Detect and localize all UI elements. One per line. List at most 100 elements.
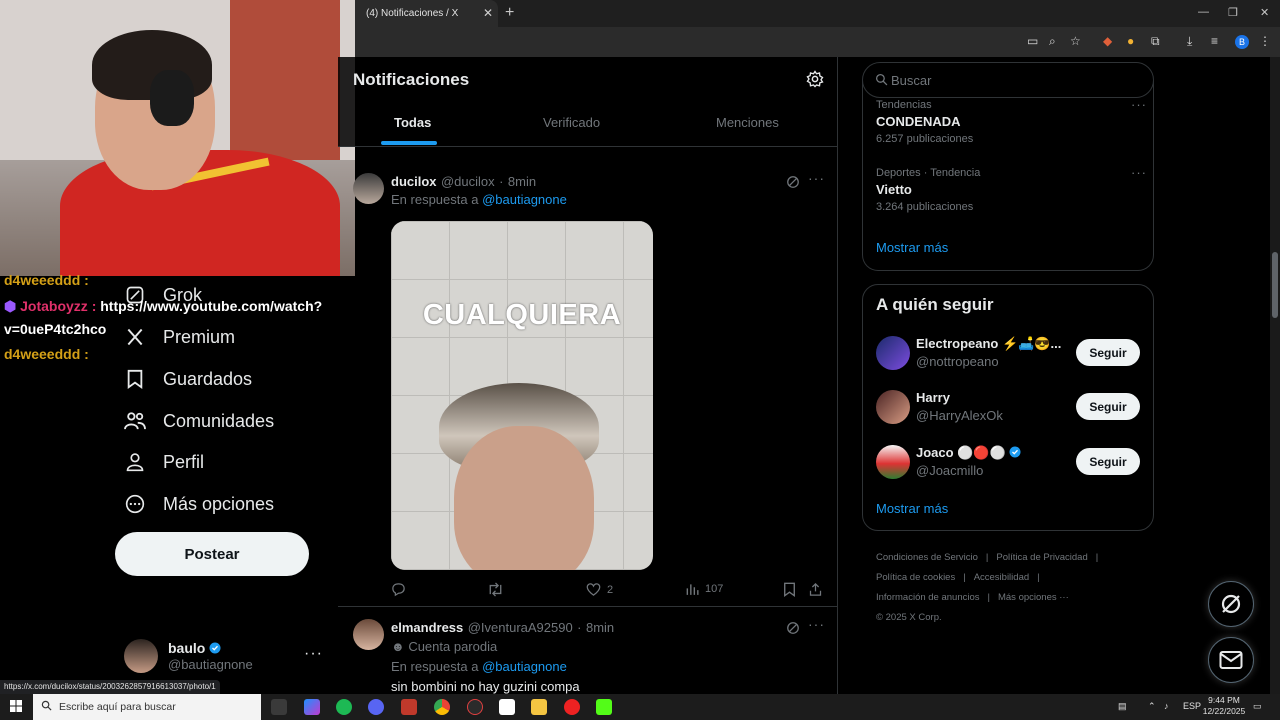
- search-box[interactable]: [862, 62, 1154, 98]
- profile-avatar[interactable]: B: [1235, 35, 1249, 49]
- keyboard-icon[interactable]: ▤: [1118, 701, 1127, 712]
- scrollbar-thumb[interactable]: [1272, 252, 1278, 318]
- grok-fab[interactable]: [1208, 581, 1254, 627]
- extension-fox-icon[interactable]: ◆: [1103, 34, 1112, 48]
- footer-link-privacy[interactable]: Política de Privacidad: [996, 552, 1087, 563]
- tweet-author-handle[interactable]: @IventuraA92590: [468, 620, 573, 635]
- tweet-author-handle[interactable]: @ducilox: [441, 174, 495, 189]
- trends-show-more-link[interactable]: Mostrar más: [876, 240, 948, 255]
- bookmark-button[interactable]: [783, 582, 802, 597]
- cast-icon[interactable]: ▭: [1027, 34, 1038, 48]
- tab-all[interactable]: Todas: [394, 115, 431, 130]
- avatar[interactable]: [353, 173, 384, 204]
- nav-item-communities[interactable]: Comunidades: [124, 406, 274, 436]
- download-icon[interactable]: ⤓: [1187, 34, 1192, 49]
- extensions-puzzle-icon[interactable]: ⧉: [1151, 34, 1160, 49]
- spotify-icon[interactable]: [336, 699, 352, 715]
- minimize-icon[interactable]: —: [1198, 6, 1209, 18]
- avatar: [124, 639, 158, 673]
- headset-icon: [150, 70, 194, 126]
- system-clock[interactable]: 9:44 PM 12/22/2025: [1200, 695, 1248, 717]
- tweet-time[interactable]: 8min: [508, 174, 536, 189]
- tweet-more-icon[interactable]: ···: [808, 616, 825, 632]
- repost-button[interactable]: [487, 582, 510, 597]
- avatar[interactable]: [876, 445, 910, 479]
- obs-icon[interactable]: [467, 699, 483, 715]
- tweet[interactable]: ducilox @ducilox · 8min En respuesta a @…: [338, 161, 837, 607]
- follow-button[interactable]: Seguir: [1076, 448, 1140, 475]
- views-button[interactable]: 107: [685, 582, 723, 596]
- grok-explain-icon[interactable]: [786, 175, 800, 189]
- grok-explain-icon[interactable]: [786, 621, 800, 635]
- messages-fab[interactable]: [1208, 637, 1254, 683]
- account-switcher[interactable]: baulo @bautiagnone ···: [124, 637, 324, 677]
- tweet-more-icon[interactable]: ···: [808, 170, 825, 186]
- footer-link-ads-info[interactable]: Información de anuncios: [876, 592, 980, 603]
- window-close-icon[interactable]: ✕: [1260, 6, 1269, 19]
- footer-link-cookies[interactable]: Política de cookies: [876, 572, 955, 583]
- share-button[interactable]: [808, 582, 829, 597]
- nav-item-more-options[interactable]: Más opciones: [124, 489, 274, 519]
- tweet-image[interactable]: CUALQUIERA: [391, 221, 653, 570]
- search-input[interactable]: [891, 65, 1141, 95]
- file-explorer-icon[interactable]: [531, 699, 547, 715]
- star-icon[interactable]: ☆: [1070, 34, 1081, 48]
- post-button[interactable]: Postear: [115, 532, 309, 576]
- like-button[interactable]: 2: [586, 582, 613, 597]
- more-icon[interactable]: ···: [304, 645, 323, 663]
- trend-item[interactable]: Tendencias CONDENADA 6.257 publicaciones…: [876, 97, 1147, 145]
- capcut-icon[interactable]: [499, 699, 515, 715]
- reply-mention[interactable]: @bautiagnone: [482, 192, 567, 207]
- follow-suggestion[interactable]: Joaco ⚪🔴⚪ @Joacmillo Seguir: [876, 445, 1146, 485]
- nav-item-profile[interactable]: Perfil: [124, 447, 204, 477]
- notifications-icon[interactable]: ▭: [1253, 701, 1262, 712]
- trend-more-icon[interactable]: ···: [1131, 165, 1147, 180]
- media-icon[interactable]: ≡: [1211, 34, 1218, 48]
- kick-icon[interactable]: [596, 699, 612, 715]
- nav-item-premium[interactable]: Premium: [124, 322, 235, 352]
- task-view-icon[interactable]: [271, 699, 287, 715]
- avatar[interactable]: [876, 336, 910, 370]
- volume-icon[interactable]: ♪: [1164, 701, 1169, 711]
- suggestion-handle: @nottropeano: [916, 354, 999, 369]
- avatar[interactable]: [876, 390, 910, 424]
- nav-item-bookmarks[interactable]: Guardados: [124, 364, 252, 394]
- new-tab-icon[interactable]: +: [505, 4, 514, 22]
- chrome-icon[interactable]: [434, 699, 450, 715]
- tweet[interactable]: elmandress @IventuraA92590 · 8min ☻ Cuen…: [338, 607, 837, 694]
- opera-icon[interactable]: [564, 699, 580, 715]
- reply-mention[interactable]: @bautiagnone: [482, 659, 567, 674]
- trend-more-icon[interactable]: ···: [1131, 97, 1147, 112]
- follow-button[interactable]: Seguir: [1076, 339, 1140, 366]
- tweet-author-name[interactable]: elmandress: [391, 620, 463, 635]
- language-indicator[interactable]: ESP: [1183, 701, 1201, 711]
- app-icon[interactable]: [401, 699, 417, 715]
- discord-icon[interactable]: [368, 699, 384, 715]
- tray-overflow-icon[interactable]: ⌃: [1148, 701, 1156, 712]
- taskbar-search[interactable]: Escribe aquí para buscar: [33, 694, 261, 720]
- footer-link-more[interactable]: Más opciones ···: [998, 592, 1069, 603]
- trend-item[interactable]: Deportes · Tendencia Vietto 3.264 public…: [876, 165, 1147, 213]
- tab-close-icon[interactable]: ✕: [483, 6, 493, 20]
- extension-color-icon[interactable]: ●: [1127, 34, 1134, 48]
- zoom-icon[interactable]: ⌕: [1049, 34, 1056, 49]
- tweet-time[interactable]: 8min: [586, 620, 614, 635]
- copilot-icon[interactable]: [304, 699, 320, 715]
- follow-show-more-link[interactable]: Mostrar más: [876, 501, 948, 516]
- restore-icon[interactable]: ❐: [1228, 6, 1238, 19]
- tab-mentions[interactable]: Menciones: [716, 115, 779, 130]
- follow-button[interactable]: Seguir: [1076, 393, 1140, 420]
- browser-tab[interactable]: (4) Notificaciones / X ✕: [355, 0, 498, 27]
- page-scrollbar[interactable]: [1270, 57, 1280, 694]
- reply-button[interactable]: [391, 582, 412, 597]
- tab-verified[interactable]: Verificado: [543, 115, 600, 130]
- follow-suggestion[interactable]: Harry @HarryAlexOk Seguir: [876, 390, 1146, 430]
- tweet-author-name[interactable]: ducilox: [391, 174, 437, 189]
- avatar[interactable]: [353, 619, 384, 650]
- browser-menu-icon[interactable]: ⋮: [1259, 34, 1271, 48]
- settings-icon[interactable]: [806, 70, 826, 90]
- windows-start-icon[interactable]: [10, 700, 22, 712]
- footer-link-accessibility[interactable]: Accesibilidad: [974, 572, 1029, 583]
- footer-link-terms[interactable]: Condiciones de Servicio: [876, 552, 978, 563]
- follow-suggestion[interactable]: Electropeano ⚡🛋️😎... @nottropeano Seguir: [876, 336, 1146, 376]
